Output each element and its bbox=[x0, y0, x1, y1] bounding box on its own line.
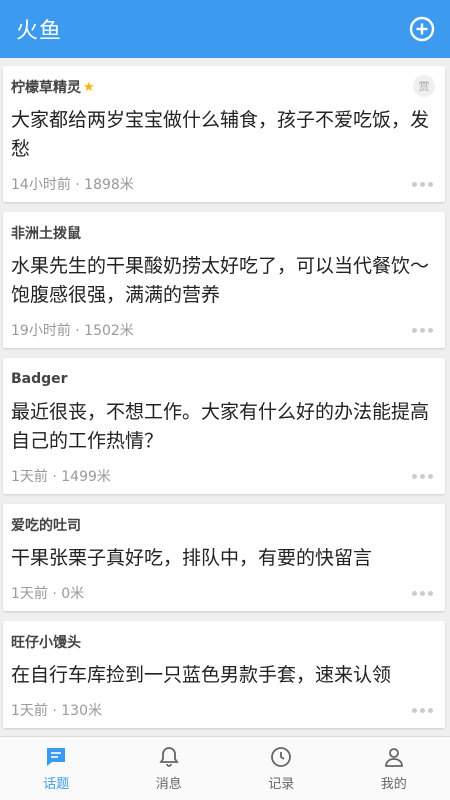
post-card[interactable]: Badger 最近很丧，不想工作。大家有什么好的办法能提高自己的工作热情？ 1天… bbox=[3, 358, 445, 494]
chat-bubble-icon bbox=[47, 748, 66, 766]
post-author[interactable]: 柠檬草精灵 bbox=[11, 77, 81, 97]
post-content[interactable]: 在自行车库捡到一只蓝色男款手套，速来认领 bbox=[11, 661, 435, 690]
clock-icon bbox=[271, 747, 292, 767]
more-options-button[interactable] bbox=[410, 585, 435, 602]
bell-icon bbox=[159, 747, 179, 767]
post-content[interactable]: 水果先生的干果酸奶捞太好吃了，可以当代餐饮～饱腹感很强，满满的营养 bbox=[11, 252, 435, 310]
more-dots-icon bbox=[412, 590, 417, 596]
plus-circle-icon bbox=[409, 16, 435, 42]
post-meta: 14小时前 · 1898米 bbox=[11, 177, 134, 193]
post-meta: 19小时前 · 1502米 bbox=[11, 323, 134, 339]
nav-tab-topics[interactable]: 话题 bbox=[0, 737, 113, 800]
more-options-button[interactable] bbox=[410, 322, 435, 339]
person-icon bbox=[384, 748, 403, 767]
post-meta: 1天前 · 1499米 bbox=[11, 469, 111, 485]
post-card[interactable]: 非洲土拨鼠 水果先生的干果酸奶捞太好吃了，可以当代餐饮～饱腹感很强，满满的营养 … bbox=[3, 212, 445, 348]
post-author[interactable]: 非洲土拨鼠 bbox=[11, 223, 81, 243]
more-dots-icon bbox=[412, 473, 417, 479]
more-options-button[interactable] bbox=[410, 468, 435, 485]
top-app-bar: 火鱼 bbox=[0, 0, 450, 58]
topic-feed[interactable]: 柠檬草精灵 ★ 赏 大家都给两岁宝宝做什么辅食，孩子不爱吃饭，发愁 14小时前 … bbox=[0, 58, 450, 736]
more-dots-icon bbox=[412, 707, 417, 713]
more-dots-icon bbox=[412, 327, 417, 333]
more-options-button[interactable] bbox=[410, 702, 435, 719]
nav-label-profile: 我的 bbox=[380, 777, 407, 792]
post-card[interactable]: 柠檬草精灵 ★ 赏 大家都给两岁宝宝做什么辅食，孩子不爱吃饭，发愁 14小时前 … bbox=[3, 66, 445, 202]
nav-tab-messages[interactable]: 消息 bbox=[113, 737, 226, 800]
post-content[interactable]: 大家都给两岁宝宝做什么辅食，孩子不爱吃饭，发愁 bbox=[11, 106, 435, 164]
more-options-button[interactable] bbox=[410, 176, 435, 193]
nav-label-records: 记录 bbox=[268, 777, 295, 792]
post-meta: 1天前 · 130米 bbox=[11, 703, 102, 719]
nav-label-messages: 消息 bbox=[155, 777, 182, 792]
nav-tab-records[interactable]: 记录 bbox=[225, 737, 338, 800]
post-card[interactable]: 旺仔小馒头 在自行车库捡到一只蓝色男款手套，速来认领 1天前 · 130米 bbox=[3, 621, 445, 728]
add-post-button[interactable] bbox=[408, 15, 436, 43]
post-author[interactable]: Badger bbox=[11, 371, 68, 387]
post-meta: 1天前 · 0米 bbox=[11, 586, 85, 602]
star-icon: ★ bbox=[83, 79, 95, 95]
post-card[interactable]: 爱吃的吐司 干果张栗子真好吃，排队中，有要的快留言 1天前 · 0米 bbox=[3, 504, 445, 611]
nav-tab-profile[interactable]: 我的 bbox=[338, 737, 450, 800]
post-content[interactable]: 最近很丧，不想工作。大家有什么好的办法能提高自己的工作热情？ bbox=[11, 398, 435, 456]
reward-badge[interactable]: 赏 bbox=[413, 75, 435, 97]
post-content[interactable]: 干果张栗子真好吃，排队中，有要的快留言 bbox=[11, 544, 435, 573]
nav-label-topics: 话题 bbox=[43, 777, 70, 792]
app-title: 火鱼 bbox=[16, 19, 63, 44]
more-dots-icon bbox=[412, 181, 417, 187]
post-author[interactable]: 爱吃的吐司 bbox=[11, 515, 81, 535]
post-author[interactable]: 旺仔小馒头 bbox=[11, 632, 81, 652]
bottom-navigation: 话题 消息 记录 我的 bbox=[0, 736, 450, 800]
